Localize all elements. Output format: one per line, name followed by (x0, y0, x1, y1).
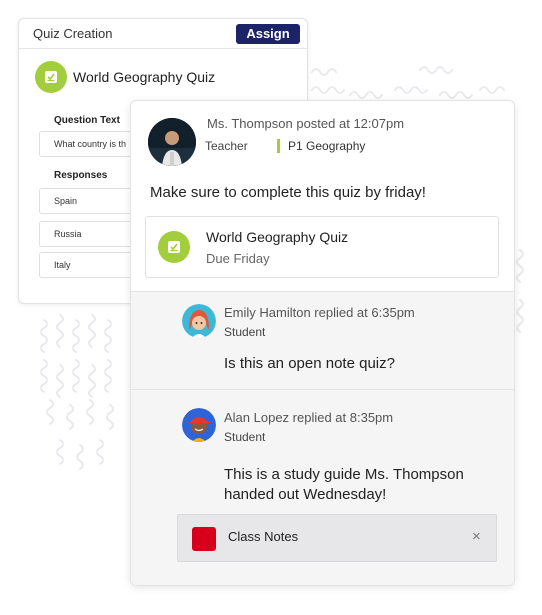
attachment-title: World Geography Quiz (206, 229, 349, 245)
student-avatar (182, 304, 216, 338)
quiz-name: World Geography Quiz (73, 69, 216, 85)
attachment-due-date: Due Friday (206, 251, 270, 266)
post-author-line: Ms. Thompson posted at 12:07pm (207, 116, 405, 131)
quiz-attachment[interactable]: World Geography Quiz Due Friday (145, 216, 499, 278)
class-tag[interactable]: P1 Geography (277, 139, 365, 153)
quiz-document-icon (35, 61, 67, 93)
attachment-file-name: Class Notes (228, 529, 299, 544)
post-author-role: Teacher (205, 139, 248, 153)
reply-author-role: Student (224, 325, 266, 339)
reply-author-line: Alan Lopez replied at 8:35pm (224, 410, 394, 425)
reply-message: Is this an open note quiz? (224, 355, 395, 372)
teacher-avatar (148, 118, 196, 166)
file-icon (192, 527, 216, 551)
question-text-label: Question Text (54, 115, 120, 126)
responses-label: Responses (54, 170, 108, 181)
student-avatar (182, 408, 216, 442)
quiz-creation-title: Quiz Creation (33, 26, 113, 41)
replies-section: Emily Hamilton replied at 6:35pm Student… (131, 291, 514, 585)
reply-item: Alan Lopez replied at 8:35pm Student Thi… (131, 390, 514, 585)
reply-item: Emily Hamilton replied at 6:35pm Student… (131, 292, 514, 389)
quiz-creation-header: Quiz Creation Assign (19, 19, 307, 49)
class-post-card: Ms. Thompson posted at 12:07pm Teacher P… (130, 100, 515, 586)
post-message: Make sure to complete this quiz by frida… (150, 184, 426, 201)
quiz-title-row: World Geography Quiz (35, 61, 215, 93)
reply-message: This is a study guide Ms. Thompson hande… (224, 466, 464, 503)
reply-author-role: Student (224, 430, 266, 444)
reply-author-line: Emily Hamilton replied at 6:35pm (224, 305, 415, 320)
assign-button[interactable]: Assign (236, 24, 300, 44)
quiz-document-icon (158, 231, 190, 263)
close-icon[interactable]: × (472, 528, 481, 545)
class-notes-attachment[interactable]: Class Notes × (177, 514, 497, 562)
